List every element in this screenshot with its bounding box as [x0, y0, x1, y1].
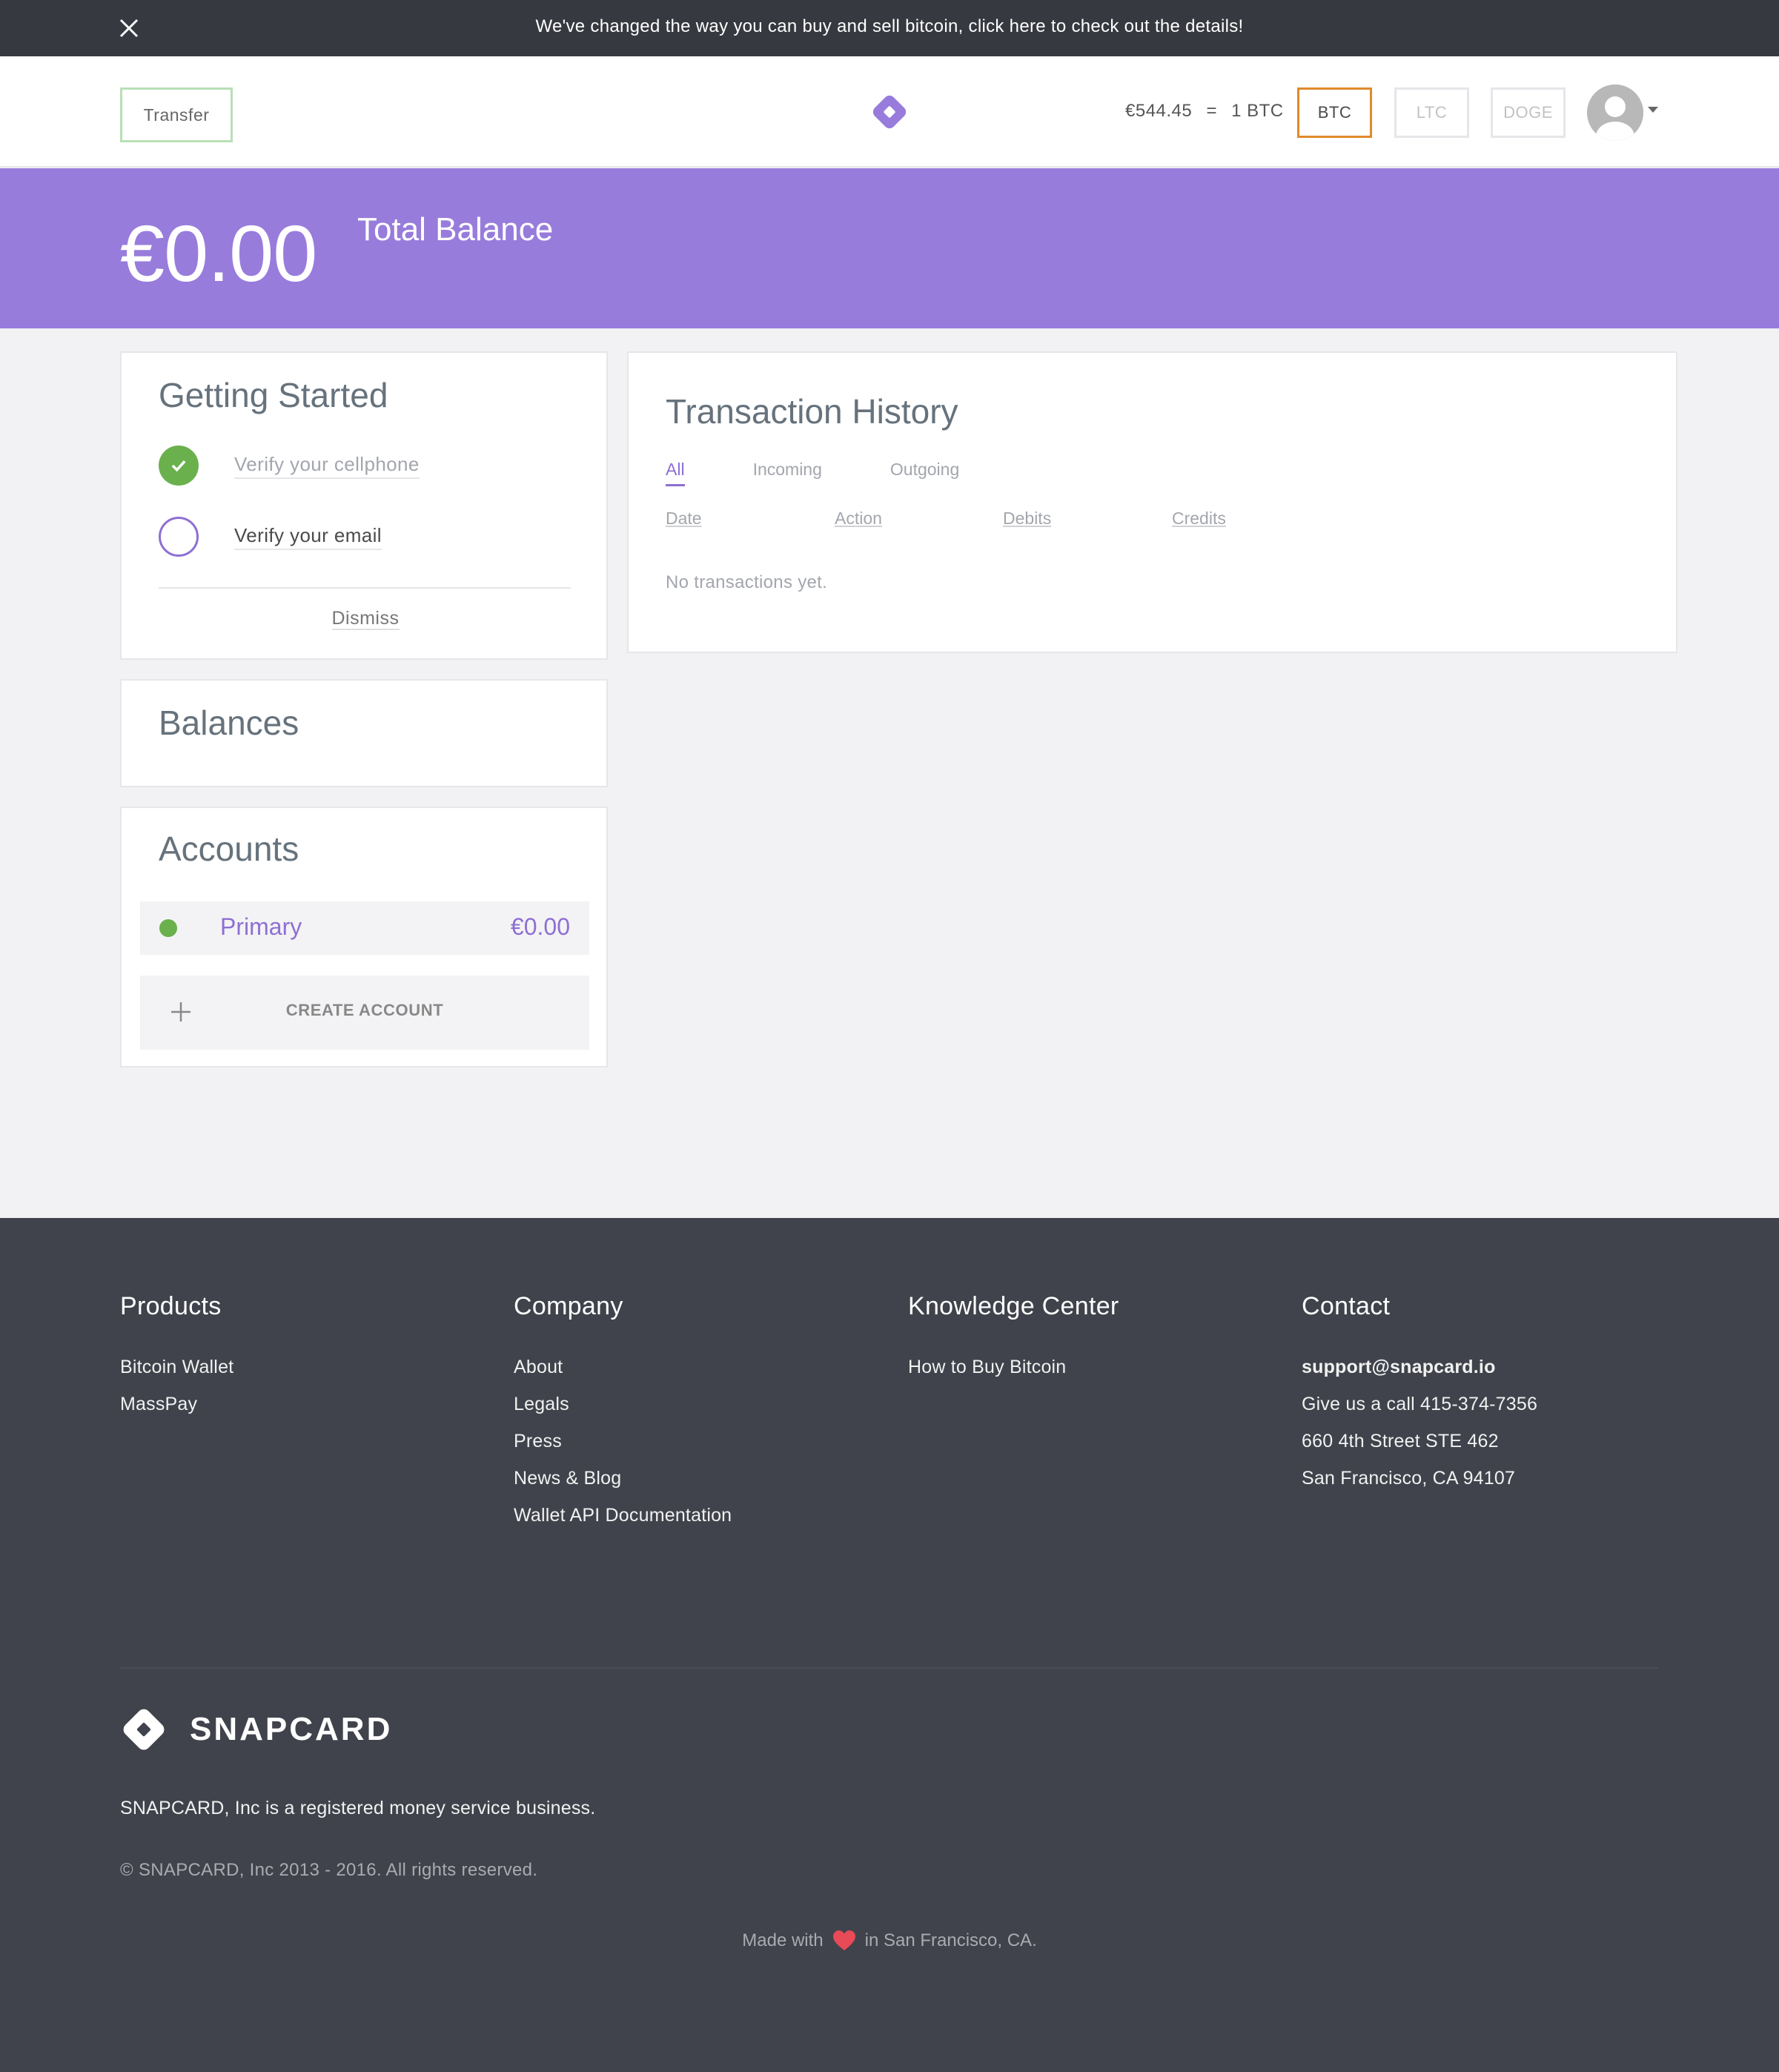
empty-state-text: No transactions yet.	[666, 572, 828, 592]
column-date[interactable]: Date	[666, 509, 702, 529]
checklist-item-cellphone[interactable]: Verify your cellphone	[159, 445, 420, 486]
footer-link[interactable]: MassPay	[120, 1394, 233, 1431]
checklist-item-label[interactable]: Verify your email	[234, 524, 382, 550]
footer-column-knowledge: Knowledge Center How to Buy Bitcoin	[908, 1292, 1119, 1394]
user-avatar-icon[interactable]	[1587, 85, 1643, 141]
contact-email-link[interactable]: support@snapcard.io	[1302, 1357, 1537, 1394]
account-name[interactable]: Primary	[220, 913, 302, 941]
made-with-suffix: in San Francisco, CA.	[864, 1930, 1037, 1950]
top-header: Transfer €544.45 = 1 BTC BTC LTC DOGE	[0, 56, 1779, 168]
footer-heading: Knowledge Center	[908, 1292, 1119, 1320]
transaction-columns: Date Action Debits Credits	[666, 509, 1333, 535]
footer-link[interactable]: Press	[514, 1431, 732, 1468]
transaction-history-title: Transaction History	[666, 392, 958, 431]
column-action[interactable]: Action	[835, 509, 882, 529]
footer-link[interactable]: About	[514, 1357, 732, 1394]
accounts-card: Accounts Primary €0.00 CREATE ACCOUNT	[120, 807, 608, 1068]
rate-crypto: 1 BTC	[1231, 101, 1284, 121]
footer-link[interactable]: Wallet API Documentation	[514, 1505, 732, 1542]
balances-title: Balances	[159, 704, 299, 742]
account-balance: €0.00	[510, 913, 570, 940]
footer-heading: Products	[120, 1292, 222, 1320]
announcement-message[interactable]: We've changed the way you can buy and se…	[0, 16, 1779, 37]
transaction-history-card: Transaction History All Incoming Outgoin…	[627, 351, 1677, 653]
total-balance-banner: €0.00 Total Balance	[0, 168, 1779, 328]
create-account-button[interactable]: CREATE ACCOUNT	[140, 976, 589, 1050]
footer-heading: Company	[514, 1292, 623, 1320]
snapcard-logo-icon	[123, 1709, 165, 1750]
dismiss-label[interactable]: Dismiss	[331, 608, 400, 630]
made-with-love: Made with in San Francisco, CA.	[0, 1930, 1779, 1952]
balances-card: Balances	[120, 679, 608, 787]
registration-notice: SNAPCARD, Inc is a registered money serv…	[120, 1798, 596, 1818]
status-dot-icon	[159, 919, 177, 937]
footer-brand[interactable]: SNAPCARD	[120, 1706, 392, 1753]
footer-column-products: Products Bitcoin Wallet MassPay	[120, 1292, 233, 1431]
rate-equals: =	[1206, 101, 1217, 121]
site-footer: Products Bitcoin Wallet MassPay Company …	[0, 1218, 1779, 2072]
account-item-primary[interactable]: Primary €0.00	[140, 901, 589, 955]
accounts-title: Accounts	[159, 830, 299, 868]
copyright: © SNAPCARD, Inc 2013 - 2016. All rights …	[120, 1860, 538, 1880]
total-balance-label: Total Balance	[357, 211, 554, 248]
footer-link[interactable]: News & Blog	[514, 1468, 732, 1505]
create-account-label[interactable]: CREATE ACCOUNT	[140, 1001, 589, 1020]
footer-column-contact: Contact support@snapcard.io Give us a ca…	[1302, 1292, 1537, 1505]
column-credits[interactable]: Credits	[1172, 509, 1226, 529]
checklist-item-label[interactable]: Verify your cellphone	[234, 453, 420, 479]
contact-address-line: San Francisco, CA 94107	[1302, 1468, 1516, 1489]
tab-outgoing[interactable]: Outgoing	[890, 460, 959, 486]
transaction-tabs: All Incoming Outgoing	[666, 460, 1027, 486]
check-icon	[159, 446, 199, 486]
currency-btc-button[interactable]: BTC	[1297, 87, 1372, 138]
contact-address-line: 660 4th Street STE 462	[1302, 1431, 1499, 1452]
tab-incoming[interactable]: Incoming	[753, 460, 822, 486]
divider	[159, 587, 571, 589]
currency-ltc-button[interactable]: LTC	[1394, 87, 1469, 138]
empty-circle-icon	[159, 517, 199, 557]
getting-started-card: Getting Started Verify your cellphone Ve…	[120, 351, 608, 660]
brand-wordmark: SNAPCARD	[190, 1711, 393, 1747]
footer-heading: Contact	[1302, 1292, 1391, 1320]
getting-started-title: Getting Started	[159, 376, 388, 414]
chevron-down-icon[interactable]	[1648, 107, 1658, 113]
tab-all[interactable]: All	[666, 460, 685, 486]
heart-icon	[832, 1930, 855, 1950]
transfer-button[interactable]: Transfer	[120, 87, 233, 142]
dismiss-link[interactable]: Dismiss	[122, 608, 609, 630]
snapcard-logo-icon[interactable]	[869, 92, 910, 132]
footer-column-company: Company About Legals Press News & Blog W…	[514, 1292, 732, 1542]
checklist-item-email[interactable]: Verify your email	[159, 516, 382, 557]
currency-doge-button[interactable]: DOGE	[1491, 87, 1566, 138]
exchange-rate: €544.45 = 1 BTC	[1121, 101, 1288, 122]
announcement-bar[interactable]: We've changed the way you can buy and se…	[0, 0, 1779, 56]
column-debits[interactable]: Debits	[1003, 509, 1051, 529]
footer-link[interactable]: Bitcoin Wallet	[120, 1357, 233, 1394]
footer-link[interactable]: Legals	[514, 1394, 732, 1431]
contact-phone: Give us a call 415-374-7356	[1302, 1394, 1538, 1414]
divider	[120, 1667, 1659, 1669]
footer-link[interactable]: How to Buy Bitcoin	[908, 1357, 1119, 1394]
rate-fiat: €544.45	[1125, 101, 1193, 121]
made-with-prefix: Made with	[742, 1930, 824, 1950]
total-balance-amount: €0.00	[120, 208, 317, 298]
